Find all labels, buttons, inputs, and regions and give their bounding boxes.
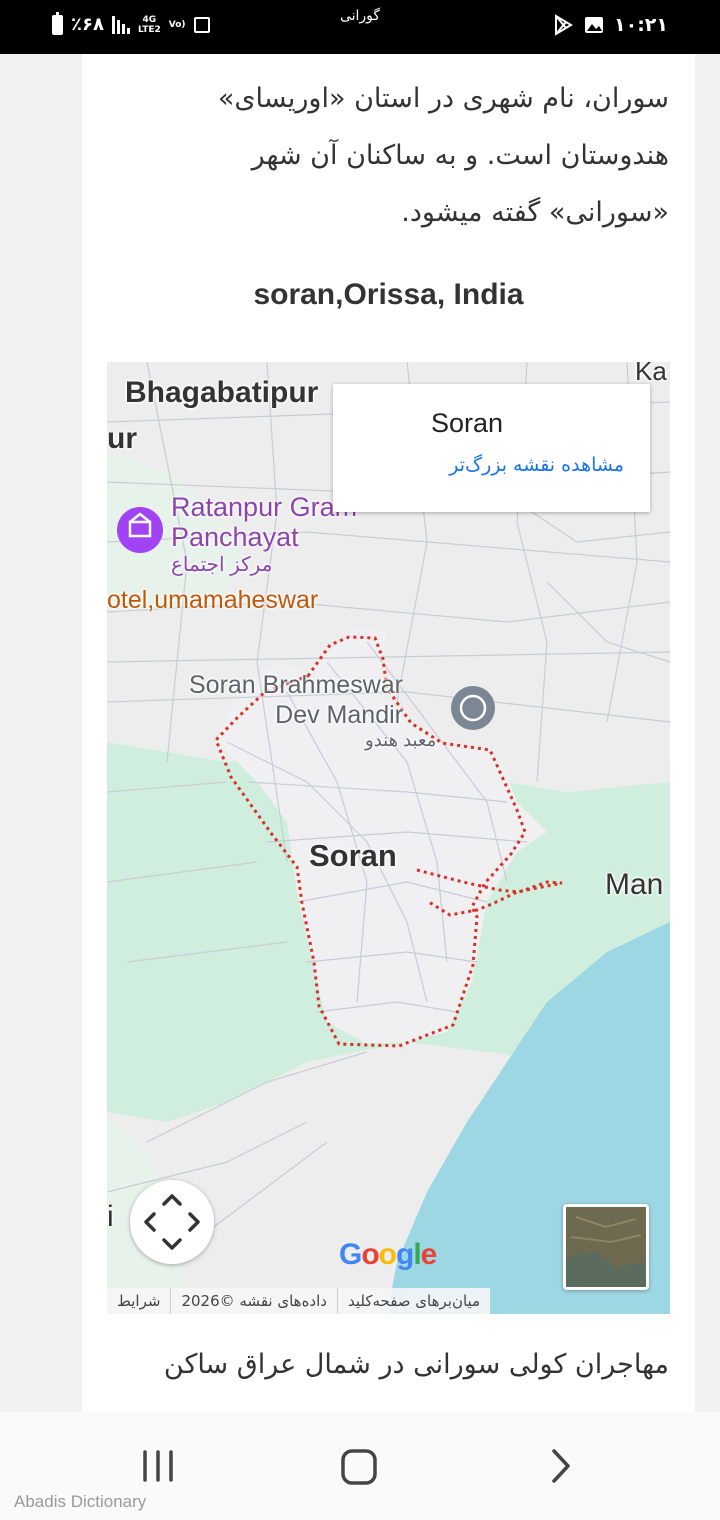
map-label-temple[interactable]: Soran Brahmeswar Dev Mandir	[189, 670, 403, 730]
terms-link[interactable]: شرایط	[107, 1288, 172, 1314]
paragraph-1-line-1: سوران، نام شهری در استان «اوریسای»	[217, 83, 669, 114]
keyboard-shortcuts-link[interactable]: میان‌برهای صفحه‌کلید	[338, 1288, 490, 1314]
view-larger-map-link[interactable]: مشاهده نقشه بزرگ‌تر	[449, 454, 624, 476]
home-button[interactable]	[340, 1448, 378, 1486]
map-label-soran: Soran	[309, 838, 397, 873]
satellite-toggle-button[interactable]	[563, 1204, 649, 1290]
map-info-card: Soran مشاهده نقشه بزرگ‌تر	[333, 384, 650, 512]
satellite-thumbnail-icon	[566, 1207, 646, 1287]
map-label-ur: ur	[107, 422, 137, 455]
paragraph-1-line-3: «سورانی» گفته میشود.	[401, 197, 669, 228]
status-right: ۱۰:۲۱	[552, 14, 668, 36]
image-icon	[585, 17, 603, 33]
map-label-temple-line-2: Dev Mandir	[275, 701, 403, 729]
map-data-credit: داده‌های نقشه ©2026	[171, 1288, 338, 1314]
app-footer-label: Abadis Dictionary	[14, 1492, 147, 1511]
paragraph-2: مهاجران کولی سورانی در شمال عراق ساکن	[129, 1336, 669, 1393]
map-label-temple-line-1: Soran Brahmeswar	[189, 671, 403, 699]
paragraph-1: سوران، نام شهری در استان «اوریسای» هندوس…	[129, 70, 669, 241]
play-store-icon	[555, 14, 573, 36]
embedded-map[interactable]: Bhagabatipur ur Ka Ratanpur Gram Panchay…	[107, 362, 670, 1314]
map-label-ratanpur[interactable]: Ratanpur Gram Panchayat	[171, 492, 357, 552]
map-label-ratanpur-line-2: Panchayat	[171, 522, 299, 552]
map-label-temple-type: معبد هندو	[365, 730, 437, 750]
back-button[interactable]	[548, 1448, 574, 1484]
network-lte: LTE2	[137, 24, 161, 35]
google-logo: Google	[339, 1238, 437, 1271]
status-bar: ٪۶۸ 4G LTE2 Vo) گورانی ۱۰:۲۱	[0, 0, 720, 54]
map-label-hotel[interactable]: otel,umamaheswar	[107, 586, 318, 615]
map-label-ratanpur-line-1: Ratanpur Gram	[171, 492, 358, 522]
map-label-i: i	[107, 1200, 114, 1233]
article-heading: soran,Orissa, India	[253, 278, 524, 311]
paragraph-2-line-1: مهاجران کولی سورانی در شمال عراق ساکن	[163, 1349, 669, 1380]
info-card-title: Soran	[431, 408, 504, 438]
map-attribution: شرایط داده‌های نقشه ©2026 میان‌برهای صفح…	[107, 1288, 491, 1314]
paragraph-1-line-2: هندوستان است. و به ساکنان آن شهر	[251, 140, 669, 171]
clock: ۱۰:۲۱	[614, 14, 668, 36]
move-arrows-icon	[144, 1194, 200, 1250]
recent-apps-button[interactable]	[140, 1448, 176, 1484]
map-label-man: Man	[605, 868, 664, 901]
map-label-bhagabatipur: Bhagabatipur	[125, 376, 319, 409]
map-label-community-center: مرکز اجتماع	[171, 554, 273, 576]
map-pan-button[interactable]	[130, 1180, 214, 1264]
